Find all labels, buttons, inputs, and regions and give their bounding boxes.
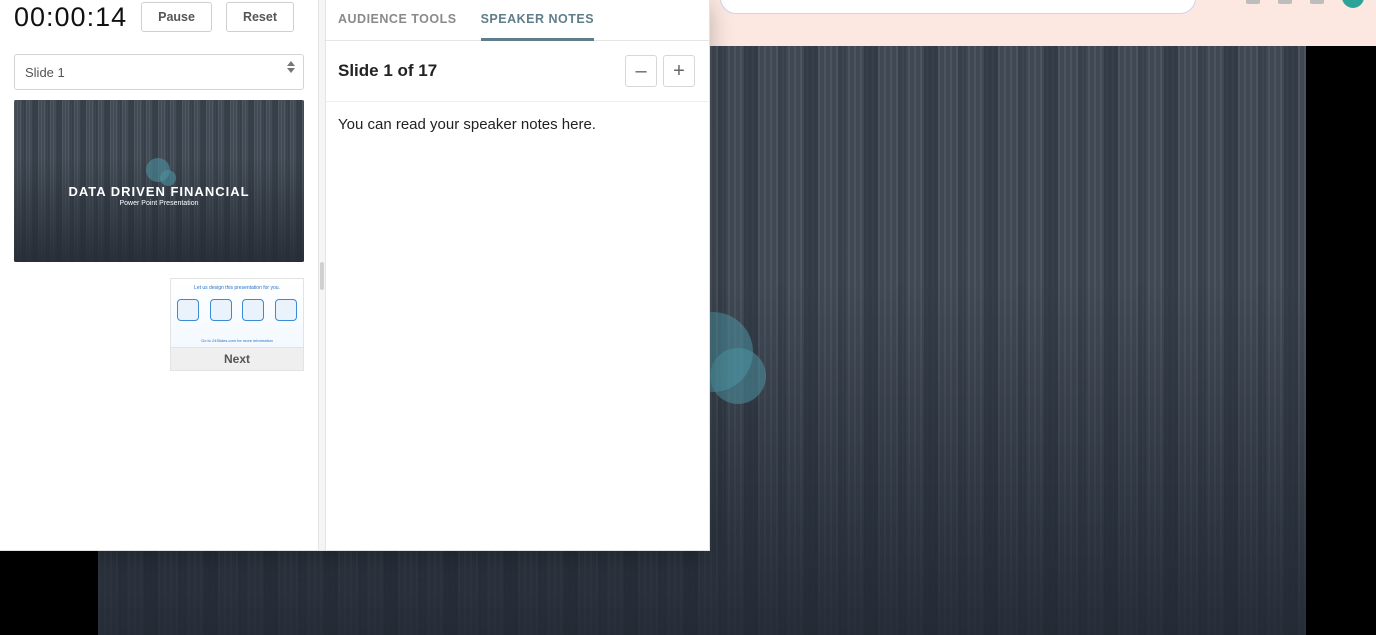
notes-header: Slide 1 of 17 – +: [324, 41, 709, 102]
extension-icon[interactable]: [1246, 0, 1260, 4]
next-slide-card[interactable]: Let us design this presentation for you.…: [170, 278, 304, 371]
service-icon: [177, 299, 199, 321]
presenter-tabs: Audience Tools Speaker Notes: [324, 0, 709, 41]
next-slide-footer: Go to 24Slides.com for more information: [171, 338, 303, 343]
next-slide-preview: Let us design this presentation for you.…: [171, 279, 303, 347]
service-icon: [210, 299, 232, 321]
slide-select-label: Slide 1: [25, 65, 65, 80]
speaker-notes-text: You can read your speaker notes here.: [324, 102, 709, 147]
current-slide-thumbnail[interactable]: DATA DRIVEN FINANCIAL Power Point Presen…: [14, 100, 304, 262]
timer-row: 00:00:14 Pause Reset: [0, 0, 318, 40]
thumbnail-title: DATA DRIVEN FINANCIAL: [14, 184, 304, 199]
next-slide-heading: Let us design this presentation for you.: [171, 285, 303, 291]
service-icon: [275, 299, 297, 321]
notes-zoom-controls: – +: [625, 55, 695, 87]
presenter-left-column: 00:00:14 Pause Reset Slide 1 DATA DRIVEN…: [0, 0, 319, 550]
timer-display: 00:00:14: [14, 2, 127, 33]
service-icon: [242, 299, 264, 321]
zoom-in-button[interactable]: +: [663, 55, 695, 87]
zoom-out-button[interactable]: –: [625, 55, 657, 87]
presenter-panel: 00:00:14 Pause Reset Slide 1 DATA DRIVEN…: [0, 0, 710, 551]
next-label: Next: [171, 347, 303, 370]
reset-button[interactable]: Reset: [226, 2, 294, 32]
profile-avatar[interactable]: [1342, 0, 1364, 8]
pause-button[interactable]: Pause: [141, 2, 212, 32]
address-bar[interactable]: [720, 0, 1196, 14]
tab-audience-tools[interactable]: Audience Tools: [338, 0, 457, 41]
slide-select[interactable]: Slide 1: [14, 54, 304, 90]
presenter-right-column: Audience Tools Speaker Notes Slide 1 of …: [324, 0, 709, 550]
extension-icon[interactable]: [1310, 0, 1324, 4]
browser-right-icons: [1246, 0, 1364, 8]
extension-icon[interactable]: [1278, 0, 1292, 4]
tab-speaker-notes[interactable]: Speaker Notes: [481, 0, 594, 41]
stage-letterbox-right: [1306, 46, 1376, 635]
select-caret-icon: [287, 61, 295, 73]
next-slide-icons: [177, 299, 297, 321]
slide-counter: Slide 1 of 17: [338, 61, 437, 81]
thumbnail-subtitle: Power Point Presentation: [14, 200, 304, 207]
